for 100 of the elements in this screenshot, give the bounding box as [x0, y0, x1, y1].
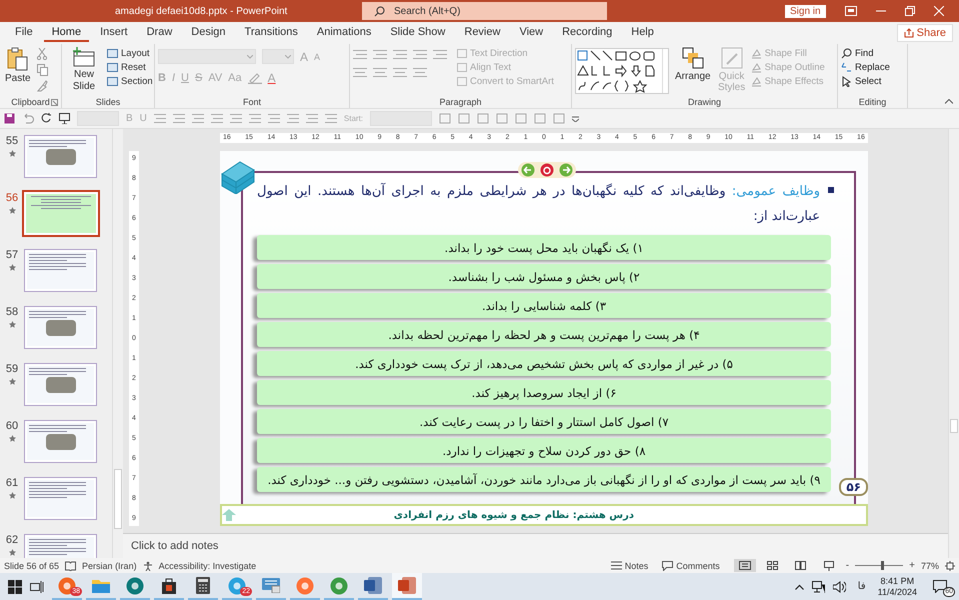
- quick-styles-icon: [720, 47, 743, 69]
- ribbon-tab[interactable]: File: [7, 24, 41, 42]
- slides-command[interactable]: Section: [107, 76, 153, 87]
- ribbon-tab[interactable]: Home: [44, 24, 90, 42]
- ribbon-tab[interactable]: Design: [183, 24, 234, 42]
- slide-thumbnail[interactable]: [22, 190, 100, 237]
- notes-button[interactable]: Notes: [610, 560, 648, 570]
- share-button[interactable]: Share: [896, 24, 953, 42]
- presenter-icon[interactable]: [59, 113, 70, 124]
- align-center-icon[interactable]: [248, 113, 261, 124]
- home-icon[interactable]: [540, 163, 554, 177]
- ribbon-tab[interactable]: Recording: [554, 24, 620, 42]
- up-arrow-icon[interactable]: [222, 509, 236, 522]
- duty-item: ۶) از ایجاد سروصدا پرهیز کند.: [257, 380, 831, 405]
- spelling-icon[interactable]: [65, 560, 76, 570]
- arrange-icon: [682, 47, 704, 69]
- clock-date[interactable]: 11/4/2024: [878, 586, 917, 598]
- comments-button[interactable]: Comments: [662, 560, 720, 570]
- app-circle-icon: [330, 576, 348, 594]
- slide-counter: Slide 56 of 65: [4, 560, 60, 570]
- numbering-icon[interactable]: [172, 113, 185, 124]
- caret-icon: [285, 54, 291, 58]
- ribbon-tab[interactable]: Help: [623, 24, 662, 42]
- search-field[interactable]: Search (Alt+Q): [362, 2, 607, 20]
- taskbar-app[interactable]: [392, 573, 422, 600]
- restore-icon[interactable]: [904, 6, 915, 16]
- redo-icon[interactable]: [41, 113, 52, 124]
- slide-thumbnail[interactable]: [24, 363, 97, 406]
- accessibility-status[interactable]: Accessibility: Investigate: [158, 560, 256, 570]
- brush-icon[interactable]: [36, 80, 48, 92]
- zoom-percentage[interactable]: 77%: [920, 560, 939, 570]
- message-icon: [933, 580, 947, 593]
- fit-slide-icon[interactable]: [945, 560, 955, 570]
- ribbon-tab[interactable]: Animations: [308, 24, 380, 42]
- slide-number: 56: [6, 192, 18, 204]
- slide-number: 58: [6, 306, 18, 318]
- slide-thumbnail[interactable]: [24, 306, 97, 349]
- ribbon-tab[interactable]: Slide Show: [382, 24, 454, 42]
- chevron-up-icon[interactable]: [794, 584, 804, 590]
- speaker-icon[interactable]: [832, 580, 846, 592]
- slide-number: 57: [6, 249, 18, 261]
- accessibility-icon[interactable]: [142, 560, 153, 570]
- back-arrow-icon[interactable]: [521, 163, 535, 177]
- slide-thumbnail[interactable]: [24, 249, 97, 292]
- slides-command[interactable]: Reset: [107, 62, 153, 73]
- customize-icon[interactable]: [572, 116, 580, 122]
- ribbon-tab[interactable]: Transitions: [236, 24, 306, 42]
- collapse-ribbon-icon[interactable]: [945, 99, 953, 104]
- shopping-bag-icon: [161, 578, 177, 594]
- slide-thumbnail[interactable]: [24, 135, 97, 178]
- ribbon-tab[interactable]: Review: [456, 24, 508, 42]
- ribbon-tab[interactable]: View: [511, 24, 552, 42]
- editing-command[interactable]: Find: [841, 48, 890, 59]
- text-box-icon[interactable]: [496, 113, 508, 124]
- ribbon-display-icon[interactable]: [844, 6, 857, 16]
- presentation-app-icon: [398, 577, 416, 594]
- network-icon[interactable]: [812, 580, 825, 592]
- view-button[interactable]: [734, 559, 756, 572]
- slide-thumbnail[interactable]: [24, 420, 97, 463]
- duty-item: ۷) اصول کامل استتار و اختفا را در پست رعایت کند.: [257, 409, 831, 434]
- align-left-icon[interactable]: [230, 113, 242, 124]
- shape-format-icon: [750, 62, 762, 72]
- forward-arrow-icon[interactable]: [559, 163, 573, 177]
- bullets-icon[interactable]: [154, 113, 166, 124]
- save-icon[interactable]: [4, 113, 15, 124]
- app-circle-icon: [126, 576, 144, 594]
- slides-command[interactable]: Layout: [107, 48, 153, 59]
- zoom-slider-thumb[interactable]: [880, 561, 884, 570]
- slide-thumbnail[interactable]: [24, 477, 97, 520]
- scissors-icon[interactable]: [36, 48, 47, 60]
- input-language[interactable]: فا: [858, 581, 866, 592]
- zoom-in-button[interactable]: +: [909, 560, 915, 571]
- slide-layout-icon: [107, 77, 118, 86]
- scrollbar[interactable]: [948, 129, 959, 558]
- editing-command[interactable]: Replace: [841, 62, 890, 73]
- shape-gallery[interactable]: [575, 48, 669, 94]
- copy-icon[interactable]: [36, 64, 48, 76]
- sign-in-button[interactable]: Sign in: [785, 4, 826, 18]
- scrollbar[interactable]: [112, 129, 123, 558]
- notes-field[interactable]: Click to add notes: [123, 533, 948, 558]
- ribbon-tab[interactable]: Insert: [92, 24, 136, 42]
- language-indicator[interactable]: Persian (Iran): [82, 560, 137, 570]
- editing-command[interactable]: Select: [841, 76, 890, 87]
- arrange-button[interactable]: Arrange: [673, 46, 713, 83]
- new-slide-button[interactable]: New Slide: [65, 46, 103, 94]
- duty-item: ۲) پاس بخش و مسئول شب را بشناسد.: [257, 264, 831, 289]
- paste-button[interactable]: Paste: [3, 46, 33, 85]
- dialog-launcher-icon[interactable]: [51, 98, 58, 106]
- undo-icon[interactable]: [22, 113, 34, 124]
- editing-icon: [841, 48, 852, 59]
- zoom-out-button[interactable]: -: [846, 560, 850, 571]
- notes-icon: [610, 561, 622, 570]
- task-view-icon[interactable]: [30, 580, 44, 594]
- shape-icon[interactable]: [553, 113, 566, 124]
- clock-time[interactable]: 8:41 PM: [880, 576, 914, 586]
- monitor-app-icon: [262, 578, 280, 593]
- close-icon[interactable]: [934, 6, 944, 16]
- ribbon-tab[interactable]: Draw: [138, 24, 180, 42]
- start-label: Start:: [344, 114, 364, 123]
- windows-logo-icon[interactable]: [8, 580, 22, 594]
